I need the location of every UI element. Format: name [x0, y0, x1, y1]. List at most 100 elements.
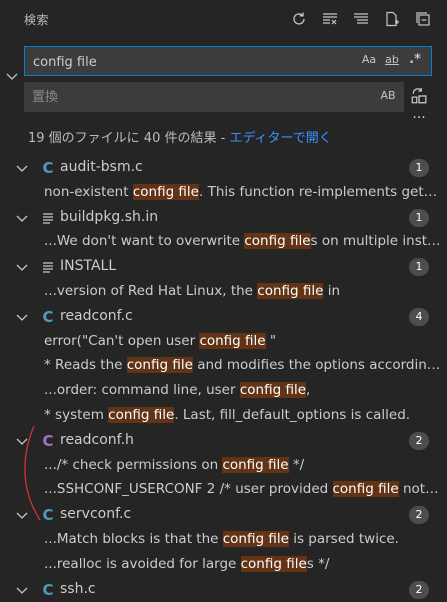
match-text: ...We don't want to overwrite config fil… — [44, 233, 441, 250]
chevron-down-icon — [16, 314, 28, 321]
preserve-case-toggle[interactable]: AB — [380, 89, 396, 102]
collapse-all-button[interactable] — [413, 9, 433, 29]
match-row[interactable]: * system config file. Last, fill_default… — [0, 404, 447, 429]
match-case-toggle[interactable]: Aa — [361, 53, 377, 66]
match-prefix: ...order: command line, user — [44, 382, 240, 399]
replace-input[interactable] — [30, 82, 334, 112]
match-suffix: in — [323, 282, 341, 299]
expand-file-toggle[interactable] — [14, 507, 30, 523]
list-tree-icon — [354, 13, 368, 24]
match-suffix: . This function re-implements getacn... — [199, 183, 441, 200]
match-text: * Reads the config file and modifies the… — [44, 357, 441, 374]
replace-all-button[interactable] — [410, 87, 430, 107]
new-search-editor-button[interactable] — [382, 9, 402, 29]
results-summary: 19 個のファイルに 40 件の結果 - エディターで開く — [28, 127, 332, 146]
file-name: readconf.c — [60, 307, 133, 324]
match-count-badge: 2 — [409, 506, 429, 525]
replace-options: AB — [380, 89, 396, 102]
match-row[interactable]: .../* check permissions on config file *… — [0, 454, 447, 479]
match-suffix: s on multiple installs — [310, 233, 441, 250]
expand-file-toggle[interactable] — [14, 433, 30, 449]
match-whole-word-toggle[interactable]: ab — [384, 53, 400, 66]
expand-file-toggle[interactable] — [14, 259, 30, 275]
file-row[interactable]: buildpkg.sh.in 1 — [0, 206, 447, 231]
c-header-icon: C — [42, 431, 54, 450]
expand-file-toggle[interactable] — [14, 160, 30, 176]
view-as-tree-button[interactable] — [351, 9, 371, 29]
file-name: INSTALL — [60, 258, 117, 275]
match-row[interactable]: ...Match blocks is that the config file … — [0, 528, 447, 553]
file-row[interactable]: Creadconf.h 2 — [0, 429, 447, 454]
match-text: ...order: command line, user config file… — [44, 382, 441, 399]
match-prefix: ...version of Red Hat Linux, the — [44, 282, 258, 299]
toggle-replace-button[interactable] — [4, 68, 20, 84]
match-count-badge: 1 — [409, 159, 429, 177]
search-input[interactable] — [31, 47, 335, 77]
match-suffix: s */ — [306, 555, 330, 572]
match-count-badge: 4 — [409, 307, 429, 326]
match-row[interactable]: ...version of Red Hat Linux, the config … — [0, 280, 447, 305]
file-row[interactable]: Caudit-bsm.c 1 — [0, 156, 447, 181]
match-suffix: not s... — [402, 481, 441, 498]
refresh-icon — [293, 12, 305, 25]
match-row[interactable]: non-existent config file. This function … — [0, 181, 447, 206]
clear-results-button[interactable] — [320, 9, 340, 29]
c-file-icon: C — [42, 580, 54, 599]
chevron-down-icon — [16, 264, 28, 272]
c-file-icon: C — [42, 506, 54, 525]
match-prefix: * Reads the — [44, 357, 127, 374]
match-highlight: config file — [240, 555, 307, 572]
match-prefix: ...realloc is avoided for large — [44, 555, 241, 572]
match-text: .../* check permissions on config file *… — [44, 456, 441, 473]
file-row[interactable]: Creadconf.c 4 — [0, 305, 447, 330]
file-name: buildpkg.sh.in — [60, 208, 159, 225]
more-options-button[interactable]: ... — [410, 107, 428, 121]
file-name: servconf.c — [60, 506, 132, 523]
open-in-editor-link[interactable]: エディターで開く — [229, 131, 331, 146]
match-text: ...version of Red Hat Linux, the config … — [44, 282, 441, 299]
expand-file-toggle[interactable] — [14, 582, 30, 598]
search-view-header: 検索 — [0, 0, 447, 40]
match-row[interactable]: ...We don't want to overwrite config fil… — [0, 230, 447, 255]
match-row[interactable]: error("Can't open user config file " — [0, 330, 447, 355]
clear-all-icon — [323, 13, 337, 25]
expand-file-toggle[interactable] — [14, 210, 30, 226]
file-row[interactable]: INSTALL 1 — [0, 255, 447, 280]
results-tree: Caudit-bsm.c 1 non-existent config file. T… — [0, 156, 447, 602]
match-highlight: config file — [244, 233, 311, 250]
use-regex-toggle[interactable]: .* — [407, 52, 423, 67]
view-title: 検索 — [24, 13, 50, 27]
match-suffix: " — [265, 332, 277, 349]
file-row[interactable]: Cservconf.c 2 — [0, 503, 447, 528]
match-highlight: config file — [239, 382, 307, 399]
match-suffix: */ — [288, 456, 305, 473]
match-row[interactable]: * Reads the config file and modifies the… — [0, 354, 447, 379]
match-count-badge: 1 — [409, 258, 429, 277]
replace-field: AB — [24, 82, 404, 112]
refresh-button[interactable] — [289, 9, 309, 29]
replace-all-icon — [411, 88, 427, 104]
file-name: audit-bsm.c — [60, 159, 143, 175]
header-actions — [289, 9, 433, 29]
match-prefix: .../* check permissions on — [44, 456, 223, 473]
match-highlight: config file — [332, 481, 399, 498]
match-count-badge: 1 — [409, 208, 429, 227]
match-highlight: config file — [126, 357, 193, 374]
search-field: Aa ab .* — [24, 46, 432, 77]
chevron-down-icon — [16, 215, 28, 222]
match-suffix: is parsed twice. — [288, 530, 399, 547]
new-file-icon — [386, 11, 399, 27]
file-name: readconf.h — [60, 431, 134, 448]
match-row[interactable]: ...realloc is avoided for large config f… — [0, 553, 447, 578]
collapse-all-icon — [416, 12, 430, 26]
match-highlight: config file — [257, 282, 324, 299]
match-text: ...SSHCONF_USERCONF 2 /* user provided c… — [44, 481, 441, 498]
chevron-down-icon — [16, 165, 28, 172]
match-row[interactable]: ...order: command line, user config file… — [0, 379, 447, 404]
expand-file-toggle[interactable] — [14, 309, 30, 325]
file-row[interactable]: Cssh.c 2 — [0, 578, 447, 602]
match-row[interactable]: ...SSHCONF_USERCONF 2 /* user provided c… — [0, 478, 447, 503]
match-text: ...realloc is avoided for large config f… — [44, 555, 441, 572]
match-highlight: config file — [222, 456, 289, 473]
match-prefix: error("Can't open user — [44, 332, 200, 349]
